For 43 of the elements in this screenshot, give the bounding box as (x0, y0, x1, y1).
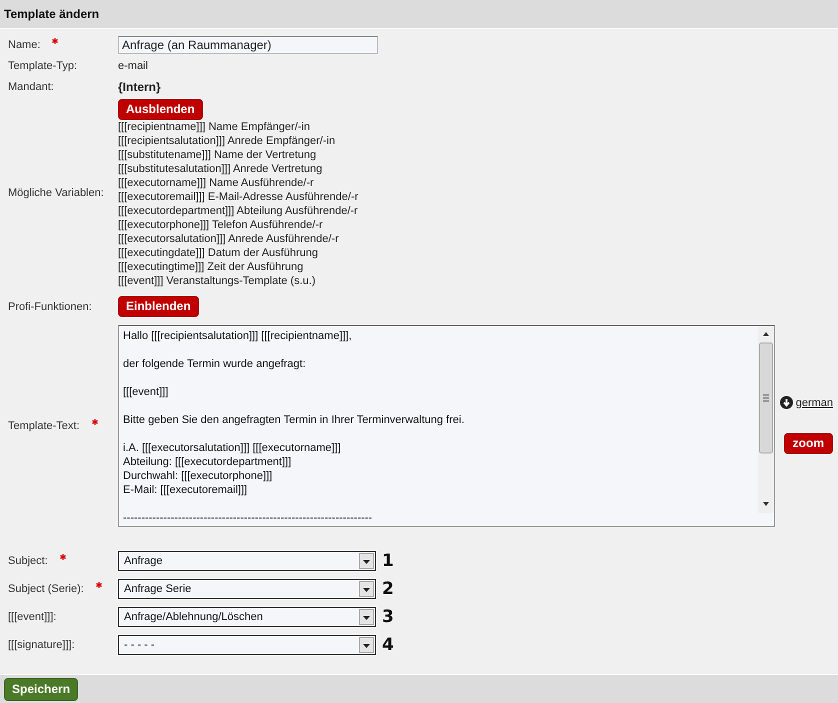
field-label: Name: (8, 38, 40, 50)
number-label: 2 (382, 579, 394, 599)
variable-line: [[[recipientsalutation]]] Anrede Empfänger/-in (118, 134, 336, 148)
field-label: [[[signature]]]: (8, 639, 75, 651)
variable-line: [[[executorphone]]] Telefon Ausführende/-r (118, 218, 324, 232)
field-label: [[[event]]]: (8, 611, 56, 623)
dropdown[interactable]: Anfrage/Ablehnung/Löschen (118, 607, 376, 627)
field-label: Template-Typ: (8, 60, 78, 72)
field-label: Mandant: (8, 80, 54, 92)
scrollbar[interactable] (758, 326, 774, 513)
page-title: Template ändern (4, 7, 100, 21)
language-link[interactable]: german (780, 396, 833, 409)
name-input[interactable]: Anfrage (an Raummanager) (118, 36, 378, 54)
variable-line: [[[executingtime]]] Zeit der Ausführung (118, 260, 304, 274)
variable-line: [[[recipientname]]] Name Empfänger/-in (118, 120, 311, 134)
variable-line: [[[executoremail]]] E-Mail-Adresse Ausführende/-r (118, 190, 358, 204)
number-label: 1 (382, 551, 394, 571)
field-label: Subject: (8, 555, 48, 567)
variable-line: [[[executingdate]]] Datum der Ausführung (118, 246, 319, 260)
variable-line: [[[substitutesalutation]]] Anrede Vertretung (118, 162, 324, 176)
variable-line: [[[executorsalutation]]] Anrede Ausführende/-r (118, 232, 340, 246)
zoom-button[interactable]: zoom (784, 433, 833, 454)
dropdown[interactable]: Anfrage (118, 551, 376, 571)
field-label: Profi-Funktionen: (8, 300, 92, 312)
dropdown[interactable]: Anfrage Serie (118, 579, 376, 599)
field-label: Subject (Serie): (8, 583, 84, 595)
template-text: Hallo [[[recipientsalutation]]] [[[recipientname]]], der folgende Termin wurde angefragt: [[[event]]] Bitte geben Sie den angefragten Termin in Ihrer Terminverwaltung frei. i.A. [[[executorsalutation]]] [[[executorname]]] Abteilung: [[[executordepartment]]] Durchwahl: [[[executorphone]]] E-Mail: [[[executoremail]]] -------------------------------------------------------------------- (122, 329, 466, 526)
field-label: Mögliche Variablen: (8, 186, 104, 198)
field-value: e-mail (118, 60, 148, 72)
save-button[interactable]: Speichern (4, 678, 78, 700)
variable-line: [[[executordepartment]]] Abteilung Ausführende/-r (118, 204, 358, 218)
dropdown[interactable]: - - - - - (118, 635, 376, 655)
number-label: 3 (382, 607, 394, 627)
variable-line: [[[substitutename]]] Name der Vertretung (118, 148, 318, 162)
variable-line: [[[event]]] Veranstaltungs-Template (s.u.) (118, 274, 316, 288)
template-text-area[interactable] (118, 325, 775, 527)
show-button[interactable]: Einblenden (118, 296, 199, 317)
down-arrow-icon (780, 396, 793, 409)
variable-line: [[[executorname]]] Name Ausführende/-r (118, 176, 315, 190)
field-label: Template-Text: (8, 420, 80, 432)
field-value: {Intern} (118, 80, 161, 94)
hide-button[interactable]: Ausblenden (118, 99, 203, 120)
number-label: 4 (382, 635, 394, 655)
